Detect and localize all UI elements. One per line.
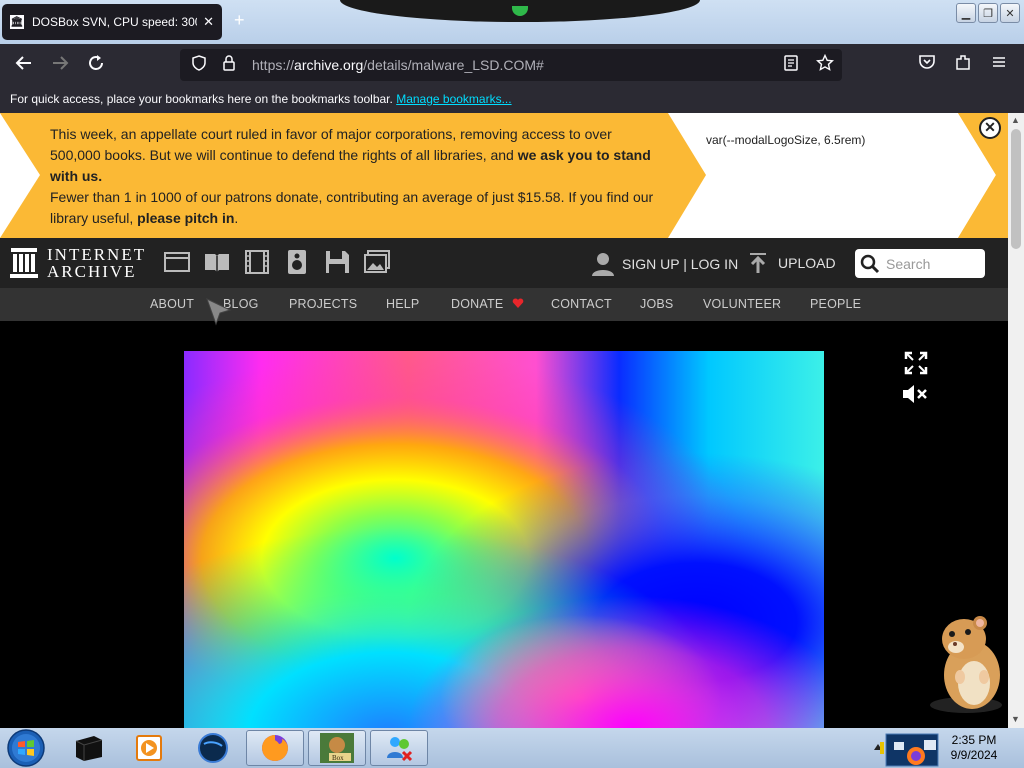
system-clock[interactable]: 2:35 PM 9/9/2024 [942, 733, 1006, 763]
banner-logo-placeholder: var(--modalLogoSize, 6.5rem) [706, 133, 866, 147]
archive-building-icon [10, 248, 38, 278]
user-icon [592, 253, 614, 276]
reload-icon [89, 55, 103, 70]
audio-icon[interactable] [284, 250, 310, 274]
banner-line2-end: . [234, 210, 239, 226]
hamburger-menu-icon[interactable] [990, 53, 1008, 77]
ia-logo-text: INTERNET ARCHIVE [47, 246, 146, 280]
nav-contact[interactable]: CONTACT [551, 297, 612, 311]
terminal-box-icon [75, 736, 103, 761]
page-scrollbar[interactable]: ▲ ▼ [1008, 113, 1024, 728]
signin-text: SIGN UP | LOG IN [622, 256, 739, 272]
scroll-down-arrow-icon[interactable]: ▼ [1011, 714, 1020, 724]
nav-volunteer[interactable]: VOLUNTEER [703, 297, 781, 311]
minimize-button[interactable]: ▁ [956, 3, 976, 23]
navigation-toolbar: https://archive.org/details/malware_LSD.… [0, 44, 1024, 86]
bookmarks-toolbar: For quick access, place your bookmarks h… [0, 86, 1024, 113]
manage-bookmarks-link[interactable]: Manage bookmarks... [396, 92, 511, 106]
search-input[interactable] [884, 254, 980, 273]
reader-view-icon[interactable] [780, 55, 802, 75]
pocket-icon[interactable] [918, 53, 936, 77]
upload-link[interactable]: UPLOAD [748, 252, 836, 274]
taskbar-globe-app[interactable] [184, 730, 242, 766]
logo-line1: INTERNET [47, 245, 147, 264]
tab-close-icon[interactable]: ✕ [203, 14, 214, 30]
banner-close-button[interactable]: ✕ [979, 117, 1001, 139]
extensions-icon[interactable] [954, 53, 972, 77]
back-arrow-icon [15, 56, 31, 70]
dosbox-icon: Box [320, 733, 354, 763]
video-icon[interactable] [244, 250, 270, 274]
network-users-icon [387, 737, 413, 762]
nav-about[interactable]: ABOUT [150, 297, 194, 311]
bookmarks-hint: For quick access, place your bookmarks h… [10, 92, 393, 106]
nav-help[interactable]: HELP [386, 297, 419, 311]
page-content: This week, an appellate court ruled in f… [0, 113, 1008, 728]
images-icon[interactable] [364, 250, 390, 274]
clock-date: 9/9/2024 [950, 748, 998, 762]
windows-taskbar: Box 2:35 PM 9/9/2024 [0, 728, 1024, 768]
taskbar-terminal-app[interactable] [60, 730, 118, 766]
bookmark-star-icon[interactable] [814, 53, 836, 76]
signin-link[interactable]: SIGN UP | LOG IN [592, 252, 738, 276]
taskbar-firefox[interactable] [246, 730, 304, 766]
pitch-in-link[interactable]: please pitch in [137, 210, 234, 226]
new-tab-button[interactable]: + [234, 10, 245, 31]
dosbox-emulator-screen[interactable] [184, 351, 824, 728]
taskbar-dosbox[interactable]: Box [308, 730, 366, 766]
nav-people[interactable]: PEOPLE [810, 297, 861, 311]
taskbar-network-app[interactable] [370, 730, 428, 766]
forward-arrow-icon [53, 56, 69, 70]
search-icon [860, 254, 880, 273]
status-light-icon [512, 6, 528, 16]
ia-logo[interactable]: INTERNET ARCHIVE [10, 246, 146, 280]
donation-banner: This week, an appellate court ruled in f… [0, 113, 1008, 238]
fullscreen-icon[interactable] [904, 351, 928, 375]
reload-button[interactable] [86, 53, 106, 79]
lock-icon[interactable] [218, 55, 240, 75]
windows-start-button[interactable] [6, 729, 46, 767]
close-window-button[interactable]: ✕ [1000, 3, 1020, 23]
banner-message: This week, an appellate court ruled in f… [50, 124, 660, 229]
archive-favicon-icon: 🏛 [10, 15, 24, 29]
ia-subnav: ABOUT BLOG PROJECTS HELP DONATE CONTACT … [0, 288, 1008, 321]
mouse-cursor-icon [206, 298, 232, 326]
nav-donate[interactable]: DONATE [451, 297, 524, 311]
back-button[interactable] [14, 53, 34, 79]
upload-icon [750, 253, 766, 273]
hamster-mascot-image [930, 616, 1002, 713]
nav-projects[interactable]: PROJECTS [289, 297, 357, 311]
scroll-up-arrow-icon[interactable]: ▲ [1011, 115, 1020, 125]
globe-icon [198, 733, 228, 763]
web-icon[interactable] [164, 250, 190, 274]
window-decoration [340, 0, 700, 22]
scrollbar-thumb[interactable] [1011, 129, 1021, 249]
firefox-icon [262, 735, 288, 761]
nav-donate-label: DONATE [451, 297, 504, 311]
texts-icon[interactable] [204, 250, 230, 274]
tab-strip: 🏛 DOSBox SVN, CPU speed: 3000 ✕ + ▁ ❐ ✕ [0, 0, 1024, 44]
search-box[interactable] [855, 249, 985, 278]
restore-button[interactable]: ❐ [978, 3, 998, 23]
upload-text: UPLOAD [778, 255, 836, 271]
ia-header: INTERNET ARCHIVE SIGN UP | LOG IN UPLOAD [0, 238, 1008, 288]
browser-tab[interactable]: 🏛 DOSBox SVN, CPU speed: 3000 ✕ [2, 4, 222, 40]
taskbar-media-player[interactable] [120, 730, 178, 766]
svg-text:Box: Box [332, 754, 344, 762]
forward-button[interactable] [50, 53, 70, 79]
url-text[interactable]: https://archive.org/details/malware_LSD.… [252, 57, 772, 73]
mute-icon[interactable] [902, 383, 928, 405]
heart-icon [512, 298, 524, 308]
logo-line2: ARCHIVE [47, 262, 137, 281]
media-player-icon [136, 735, 162, 761]
nav-jobs[interactable]: JOBS [640, 297, 673, 311]
tab-title: DOSBox SVN, CPU speed: 3000 [32, 15, 198, 29]
shield-icon[interactable] [188, 55, 210, 75]
software-icon[interactable] [324, 250, 350, 274]
address-bar[interactable]: https://archive.org/details/malware_LSD.… [180, 49, 842, 81]
clock-time: 2:35 PM [951, 733, 997, 747]
